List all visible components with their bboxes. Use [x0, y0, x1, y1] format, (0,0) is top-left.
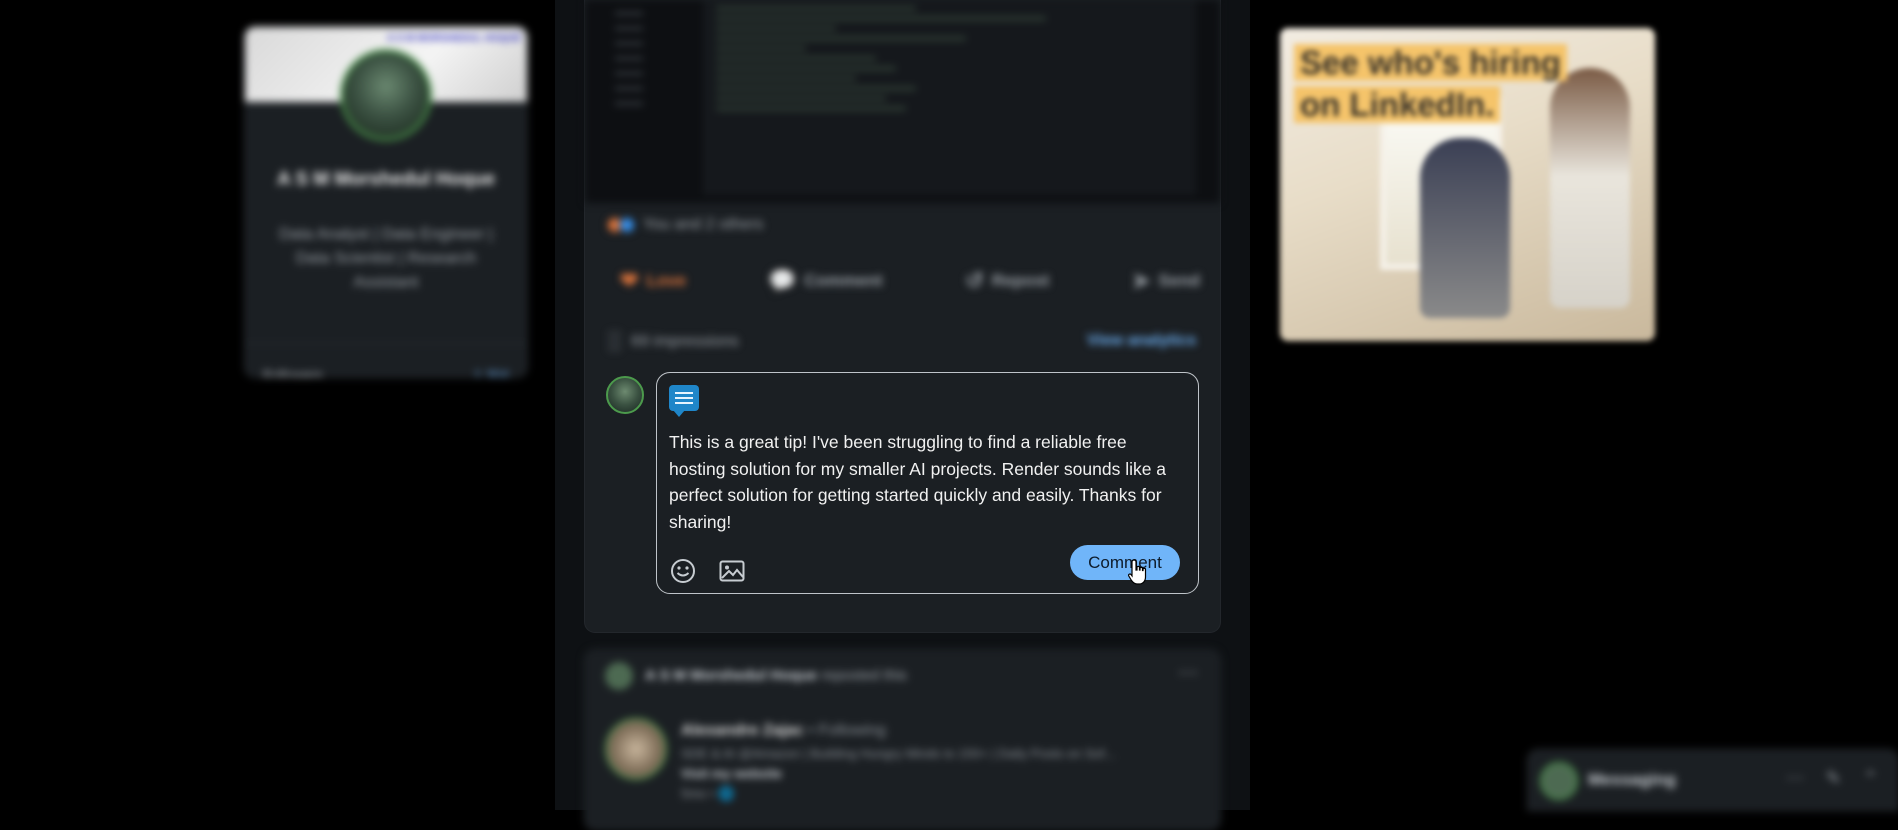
comment-icon: 💬	[768, 268, 797, 293]
comment-action-button[interactable]: 💬 Comment	[769, 268, 883, 294]
author-avatar[interactable]	[605, 718, 667, 780]
messaging-title[interactable]: Messaging	[1588, 770, 1676, 790]
more-options-icon[interactable]: ⋯	[1178, 660, 1198, 685]
post-action-bar: ❤ Love 💬 Comment ↺ Repost ➤ Send	[620, 268, 1200, 294]
post-image[interactable]	[585, 0, 1220, 203]
hand-cursor-icon	[1128, 559, 1147, 585]
love-label: Love	[646, 271, 687, 290]
author-name[interactable]: Alexandre Zajac	[681, 722, 804, 739]
divider	[245, 343, 527, 344]
side-menu-item	[615, 57, 643, 60]
send-button[interactable]: ➤ Send	[1132, 268, 1200, 294]
profile-card[interactable]: A S M MORSHEDUL HOQUE A S M Morshedul Ho…	[245, 27, 527, 377]
impressions[interactable]: ░ 69 impressions	[607, 330, 739, 353]
smiley-icon	[671, 559, 695, 583]
commenter-avatar[interactable]	[606, 376, 644, 414]
globe-icon: 🌐	[718, 786, 735, 801]
reactions-text: You and 2 others	[643, 216, 764, 233]
side-menu-item	[615, 87, 643, 90]
comment-submit-button[interactable]: Comment	[1070, 545, 1180, 580]
messaging-bar[interactable]: Messaging ⋯ ✎ ⌃	[1528, 750, 1898, 810]
profile-name[interactable]: A S M Morshedul Hoque	[265, 165, 507, 195]
code-line	[716, 67, 896, 70]
repost-label: Repost	[991, 271, 1050, 290]
side-menu-item	[615, 102, 643, 105]
messaging-avatar	[1540, 762, 1578, 800]
ad-headline: See who's hiring on LinkedIn.	[1294, 42, 1567, 126]
comment-action-label: Comment	[804, 271, 883, 290]
image-icon	[719, 560, 745, 582]
chevron-up-icon[interactable]: ⌃	[1863, 768, 1878, 789]
code-line	[716, 57, 876, 60]
repost-button[interactable]: ↺ Repost	[965, 268, 1049, 294]
send-icon: ➤	[1131, 268, 1151, 293]
profile-avatar[interactable]	[340, 49, 432, 141]
repost-icon: ↺	[965, 268, 984, 293]
ad-person-graphic	[1420, 138, 1510, 318]
speech-balloon-emoji-icon	[669, 385, 699, 417]
ad-headline-line2: on LinkedIn.	[1294, 86, 1501, 123]
next-post-card[interactable]: A S M Morshedul Hoque reposted this ⋯ Al…	[585, 650, 1220, 830]
side-menu-item	[615, 27, 643, 30]
banner-text: A S M MORSHEDUL HOQUE	[387, 33, 521, 44]
ad-headline-line1: See who's hiring	[1294, 44, 1567, 81]
code-line	[716, 97, 886, 100]
impressions-text: 69 impressions	[631, 332, 739, 350]
comment-text[interactable]: This is a great tip! I've been strugglin…	[669, 429, 1184, 535]
reposter-name[interactable]: A S M Morshedul Hoque	[645, 667, 817, 684]
reposter-avatar[interactable]	[605, 662, 633, 690]
reactions-summary[interactable]: You and 2 others	[607, 216, 763, 234]
profile-headline: Data Analyst | Data Engineer | Data Scie…	[279, 226, 493, 291]
code-line	[716, 47, 806, 50]
compose-icon[interactable]: ✎	[1826, 768, 1841, 789]
comment-editor[interactable]: This is a great tip! I've been strugglin…	[656, 372, 1199, 594]
love-button[interactable]: ❤ Love	[620, 268, 686, 294]
author-name-line[interactable]: Alexandre Zajac • Following	[681, 722, 886, 740]
add-image-button[interactable]	[718, 557, 746, 585]
view-analytics-link[interactable]: View analytics	[1087, 332, 1196, 350]
like-reaction-icon	[619, 217, 635, 233]
ad-card[interactable]: See who's hiring on LinkedIn.	[1280, 28, 1655, 341]
heart-icon: ❤	[620, 268, 639, 293]
code-line	[716, 77, 856, 80]
more-options-icon[interactable]: ⋯	[1786, 768, 1804, 789]
repost-suffix: reposted this	[821, 667, 908, 684]
reaction-icons	[607, 217, 635, 233]
code-line	[716, 27, 836, 30]
author-website-link[interactable]: Visit my website	[681, 766, 782, 781]
side-menu-item	[615, 12, 643, 15]
emoji-button[interactable]	[669, 557, 697, 585]
author-headline: SDE & AI @Amazon | Building Hungry Minds…	[681, 746, 1116, 761]
followers-count[interactable]: 1,304	[474, 367, 509, 377]
post-time-text: 5mo •	[681, 786, 715, 801]
post-time: 5mo • 🌐	[681, 786, 734, 802]
bar-chart-icon: ░	[607, 330, 622, 352]
side-menu-item	[615, 72, 643, 75]
repost-line: A S M Morshedul Hoque reposted this	[645, 667, 907, 684]
code-line	[716, 107, 906, 110]
send-label: Send	[1158, 271, 1200, 290]
code-pane	[705, 0, 1196, 195]
code-line	[716, 7, 916, 10]
messaging-controls: ⋯ ✎ ⌃	[1786, 768, 1878, 789]
follow-status: • Following	[808, 722, 886, 739]
code-line	[716, 17, 1046, 20]
side-menu-item	[615, 42, 643, 45]
code-line	[716, 37, 966, 40]
followers-label[interactable]: Followers	[263, 367, 323, 377]
code-line	[716, 87, 916, 90]
